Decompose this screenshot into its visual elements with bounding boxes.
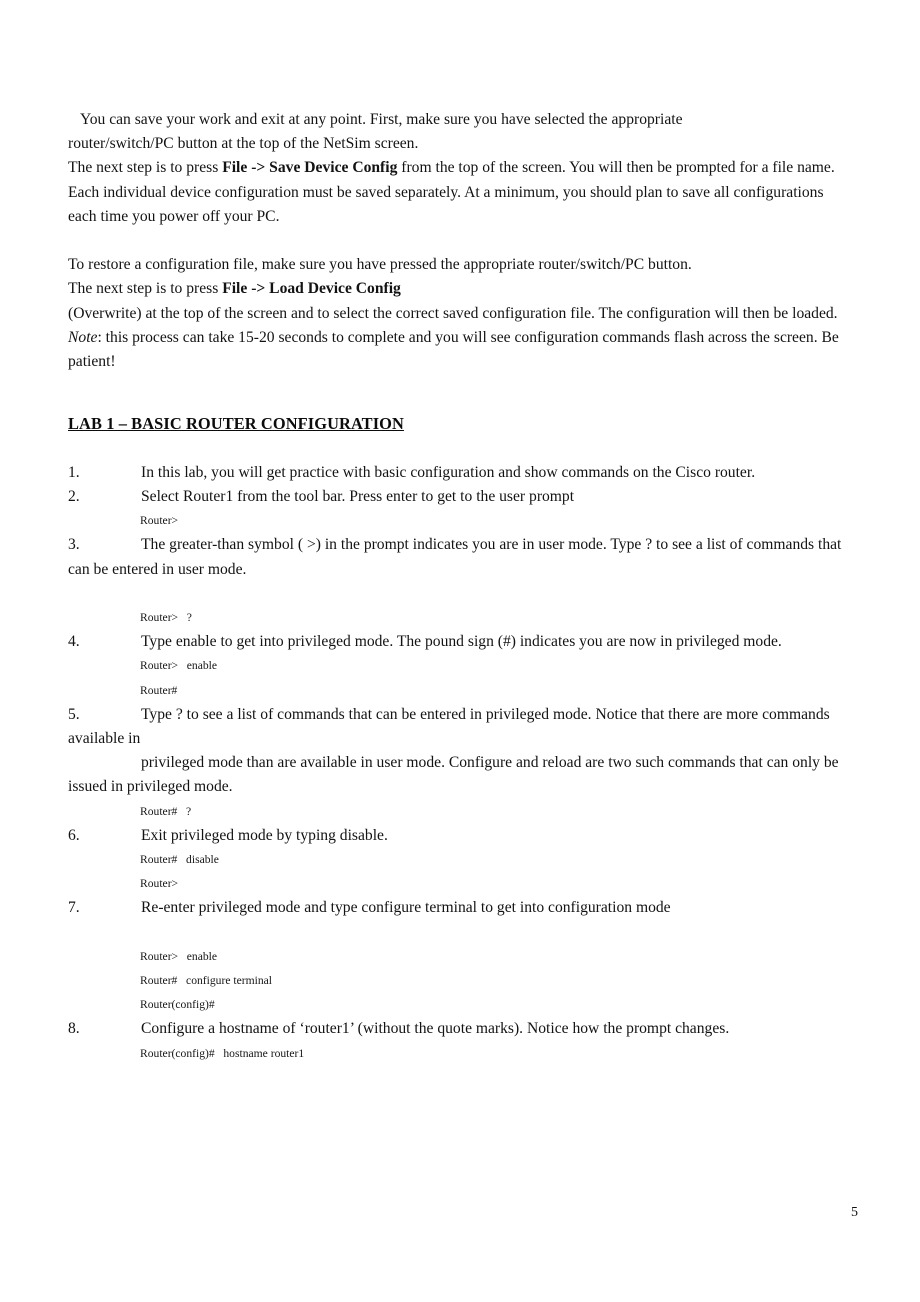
step-text: The greater-than symbol ( >) in the prom… [68, 536, 842, 578]
list-item: 4. Type enable to get into privileged mo… [68, 630, 852, 654]
step-text: Configure a hostname of ‘router1’ (witho… [141, 1020, 730, 1038]
step-number: 5. [68, 705, 80, 723]
cli-line: Router# configure terminal [140, 974, 272, 988]
step-text-wrap: Type enable to get into privileged mode.… [68, 630, 852, 654]
cli-block: Router> enable Router# configure termina… [68, 945, 852, 1018]
list-item: 2. Select Router1 from the tool bar. Pre… [68, 485, 852, 509]
document-body: You can save your work and exit at any p… [68, 108, 852, 1066]
cli-block: Router# disable Router> [68, 848, 852, 896]
paragraph-overwrite: (Overwrite) at the top of the screen and… [68, 304, 838, 322]
note-label: Note [68, 328, 98, 346]
save-config-text-before: The next step is to press [68, 159, 223, 177]
cli-block: Router> enable Router# [68, 654, 852, 702]
cli-block: Router(config)# hostname router1 [68, 1042, 852, 1066]
step-text: Re-enter privileged mode and type config… [141, 899, 671, 917]
step-text: Type enable to get into privileged mode.… [141, 633, 782, 651]
list-item: 5. Type ? to see a list of commands that… [68, 703, 852, 751]
step-text: Exit privileged mode by typing disable. [141, 826, 388, 844]
step-number: 7. [68, 899, 80, 917]
list-item: 8. Configure a hostname of ‘router1’ (wi… [68, 1017, 852, 1041]
step-text: In this lab, you will get practice with … [141, 463, 756, 481]
step-number: 2. [68, 488, 80, 505]
step-text-wrap: Re-enter privileged mode and type config… [68, 896, 852, 920]
step-text-wrap: Configure a hostname of ‘router1’ (witho… [68, 1017, 852, 1041]
cli-line: Router> [140, 877, 179, 891]
list-item: 6. Exit privileged mode by typing disabl… [68, 824, 852, 848]
paragraph-restore: To restore a configuration file, make su… [68, 256, 692, 274]
step-text-wrap: privileged mode than are available in us… [68, 751, 852, 799]
paragraph-save-work: You can save your work and exit at any p… [80, 111, 683, 128]
cli-blank-line [68, 582, 852, 606]
page-number: 5 [851, 1205, 858, 1220]
list-item: 7. Re-enter privileged mode and type con… [68, 896, 852, 920]
post-heading-spacer [68, 437, 852, 461]
cli-line: Router# disable [140, 853, 219, 867]
step-text-wrap: Type ? to see a list of commands that ca… [68, 703, 852, 751]
step-text-wrap: Select Router1 from the tool bar. Press … [68, 485, 852, 509]
cli-blank-line [68, 921, 852, 945]
cli-block: Router> ? [68, 606, 852, 630]
list-item-continuation: privileged mode than are available in us… [68, 751, 852, 799]
cli-line: Router(config)# hostname router1 [140, 1046, 305, 1060]
step-text-wrap: In this lab, you will get practice with … [68, 461, 852, 485]
paragraph-each-device: Each individual device configuration mus… [68, 183, 824, 225]
heading-spacer [68, 374, 852, 398]
load-config-text-before: The next step is to press [68, 280, 223, 298]
step-text: Type ? to see a list of commands that ca… [68, 705, 830, 748]
step-text-wrap: Exit privileged mode by typing disable. [68, 824, 852, 848]
note-text: : this process can take 15-20 seconds to… [68, 328, 839, 371]
cli-line: Router> enable [140, 949, 218, 963]
list-item: 3. The greater-than symbol ( >) in the p… [68, 533, 852, 581]
step-text: Select Router1 from the tool bar. Press … [141, 488, 575, 505]
step-number: 4. [68, 633, 80, 651]
paragraph-save-work-line2: router/switch/PC button at the top of th… [68, 135, 419, 153]
cli-line: Router(config)# [140, 998, 215, 1012]
step-number: 6. [68, 826, 80, 844]
save-config-menu-path: File -> Save Device Config [222, 159, 398, 177]
cli-line: Router> [140, 514, 179, 528]
cli-block: Router# ? [68, 800, 852, 824]
document-page: You can save your work and exit at any p… [0, 0, 920, 1302]
load-config-menu-path: File -> Load Device Config [222, 280, 401, 298]
cli-line: Router# [140, 683, 178, 697]
step-text-continuation: privileged mode than are available in us… [68, 754, 839, 796]
save-config-text-after: from the top of the screen. You will the… [397, 159, 835, 177]
cli-line: Router> ? [140, 611, 192, 624]
paragraph-note: Note: this process can take 15-20 second… [68, 326, 852, 374]
step-number: 3. [68, 536, 80, 554]
cli-line: Router> enable [140, 659, 218, 673]
step-number: 8. [68, 1020, 80, 1038]
lab-heading: LAB 1 – BASIC ROUTER CONFIGURATION [68, 414, 404, 434]
step-text-wrap: The greater-than symbol ( >) in the prom… [68, 533, 852, 581]
list-item: 1. In this lab, you will get practice wi… [68, 461, 852, 485]
heading-spacer-2 [68, 398, 852, 412]
step-number: 1. [68, 463, 80, 481]
paragraph-save-device-config: The next step is to press File -> Save D… [68, 156, 852, 180]
cli-block: Router> [68, 509, 852, 533]
cli-line: Router# ? [140, 804, 192, 818]
paragraph-load-device-config: The next step is to press File -> Load D… [68, 277, 852, 301]
